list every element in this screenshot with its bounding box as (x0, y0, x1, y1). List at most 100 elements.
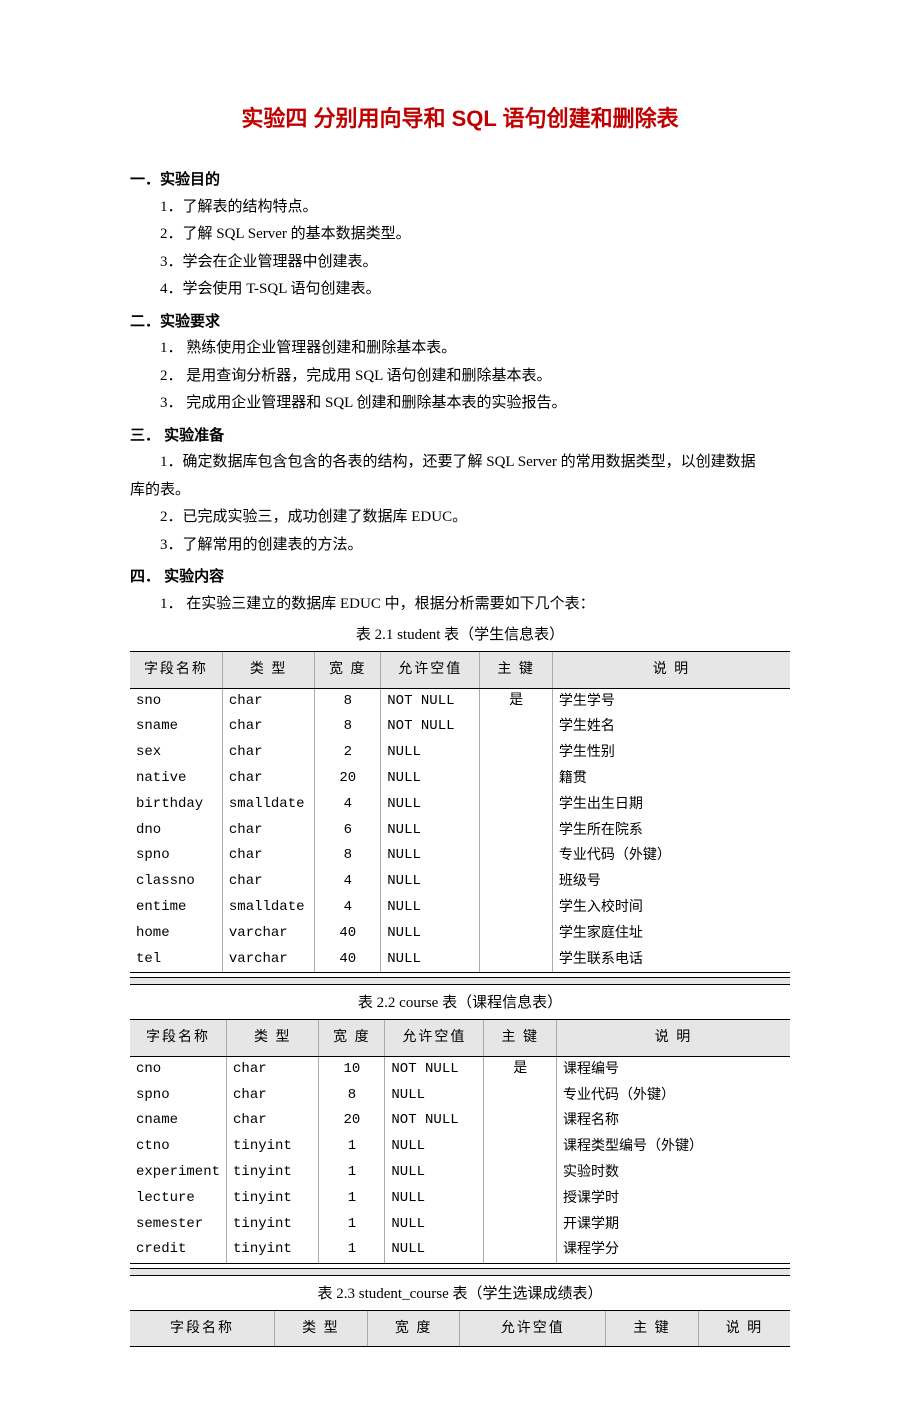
cell-type: char (227, 1083, 319, 1109)
cell-field: birthday (130, 792, 222, 818)
th-null: 允许空值 (381, 651, 480, 688)
cell-null: NULL (385, 1160, 484, 1186)
th-field: 字段名称 (130, 1019, 227, 1056)
cell-width: 1 (319, 1237, 385, 1263)
cell-null: NOT NULL (381, 688, 480, 714)
table-row: lecturetinyint1NULL授课学时 (130, 1186, 790, 1212)
section-3-item: 3．了解常用的创建表的方法。 (130, 533, 790, 559)
cell-type: char (222, 688, 314, 714)
cell-width: 8 (319, 1083, 385, 1109)
student-table: 字段名称 类 型 宽 度 允许空值 主 键 说 明 snochar8NOT NU… (130, 651, 790, 974)
table-row: homevarchar40NULL学生家庭住址 (130, 921, 790, 947)
cell-pk: 是 (480, 688, 553, 714)
section-2-item: 3． 完成用企业管理器和 SQL 创建和删除基本表的实验报告。 (130, 391, 790, 417)
table-row: spnochar8NULL专业代码（外键） (130, 843, 790, 869)
cell-type: tinyint (227, 1237, 319, 1263)
cell-null: NULL (381, 818, 480, 844)
cell-field: entime (130, 895, 222, 921)
cell-type: varchar (222, 947, 314, 973)
cell-field: credit (130, 1237, 227, 1263)
cell-field: sname (130, 714, 222, 740)
cell-desc: 课程名称 (557, 1108, 791, 1134)
cell-desc: 专业代码（外键） (557, 1083, 791, 1109)
section-4-heading: 四． 实验内容 (130, 564, 790, 590)
cell-type: char (222, 714, 314, 740)
cell-desc: 开课学期 (557, 1212, 791, 1238)
cell-width: 8 (315, 843, 381, 869)
cell-field: ctno (130, 1134, 227, 1160)
cell-desc: 学生入校时间 (552, 895, 790, 921)
table-header-row: 字段名称 类 型 宽 度 允许空值 主 键 说 明 (130, 1310, 790, 1347)
th-width: 宽 度 (319, 1019, 385, 1056)
section-1-heading: 一．实验目的 (130, 167, 790, 193)
cell-null: NULL (381, 740, 480, 766)
cell-desc: 实验时数 (557, 1160, 791, 1186)
cell-null: NOT NULL (385, 1108, 484, 1134)
cell-type: varchar (222, 921, 314, 947)
cell-desc: 班级号 (552, 869, 790, 895)
cell-width: 2 (315, 740, 381, 766)
cell-field: native (130, 766, 222, 792)
cell-width: 1 (319, 1212, 385, 1238)
cell-null: NULL (381, 869, 480, 895)
th-width: 宽 度 (315, 651, 381, 688)
cell-width: 40 (315, 921, 381, 947)
cell-null: NULL (385, 1134, 484, 1160)
cell-type: char (227, 1108, 319, 1134)
cell-type: char (222, 766, 314, 792)
cell-null: NULL (381, 792, 480, 818)
cell-null: NULL (381, 947, 480, 973)
cell-desc: 学生家庭住址 (552, 921, 790, 947)
table-row: nativechar20NULL籍贯 (130, 766, 790, 792)
cell-type: char (227, 1056, 319, 1082)
section-1-item: 3．学会在企业管理器中创建表。 (130, 250, 790, 276)
table-3-caption: 表 2.3 student_course 表（学生选课成绩表） (130, 1282, 790, 1308)
cell-pk (484, 1134, 557, 1160)
cell-null: NULL (381, 843, 480, 869)
cell-pk (480, 740, 553, 766)
th-pk: 主 键 (606, 1310, 699, 1347)
cell-null: NULL (381, 895, 480, 921)
cell-desc: 学生学号 (552, 688, 790, 714)
section-2-item: 2． 是用查询分析器，完成用 SQL 语句创建和删除基本表。 (130, 364, 790, 390)
cell-type: tinyint (227, 1186, 319, 1212)
cell-desc: 学生联系电话 (552, 947, 790, 973)
th-field: 字段名称 (130, 651, 222, 688)
cell-type: smalldate (222, 792, 314, 818)
cell-field: classno (130, 869, 222, 895)
cell-null: NOT NULL (381, 714, 480, 740)
section-1-item: 2．了解 SQL Server 的基本数据类型。 (130, 222, 790, 248)
cell-width: 8 (315, 714, 381, 740)
cell-null: NULL (385, 1212, 484, 1238)
th-type: 类 型 (227, 1019, 319, 1056)
cell-width: 1 (319, 1134, 385, 1160)
cell-pk: 是 (484, 1056, 557, 1082)
table-spacer (130, 977, 790, 985)
th-pk: 主 键 (484, 1019, 557, 1056)
cell-field: semester (130, 1212, 227, 1238)
cell-null: NULL (385, 1083, 484, 1109)
cell-type: tinyint (227, 1160, 319, 1186)
section-3-item: 2．已完成实验三，成功创建了数据库 EDUC。 (130, 505, 790, 531)
student-course-table: 字段名称 类 型 宽 度 允许空值 主 键 说 明 (130, 1310, 790, 1348)
cell-width: 20 (315, 766, 381, 792)
section-2-heading: 二．实验要求 (130, 309, 790, 335)
table-row: birthdaysmalldate4NULL学生出生日期 (130, 792, 790, 818)
cell-pk (480, 843, 553, 869)
cell-type: char (222, 740, 314, 766)
cell-field: cname (130, 1108, 227, 1134)
cell-width: 8 (315, 688, 381, 714)
th-field: 字段名称 (130, 1310, 275, 1347)
cell-null: NOT NULL (385, 1056, 484, 1082)
cell-width: 1 (319, 1160, 385, 1186)
cell-pk (480, 921, 553, 947)
section-3-para-cont: 库的表。 (130, 478, 790, 504)
section-3-para: 1．确定数据库包含包含的各表的结构，还要了解 SQL Server 的常用数据类… (130, 450, 790, 476)
cell-pk (484, 1108, 557, 1134)
th-type: 类 型 (222, 651, 314, 688)
cell-field: tel (130, 947, 222, 973)
table-header-row: 字段名称 类 型 宽 度 允许空值 主 键 说 明 (130, 1019, 790, 1056)
cell-field: sex (130, 740, 222, 766)
cell-pk (480, 766, 553, 792)
table-row: telvarchar40NULL学生联系电话 (130, 947, 790, 973)
